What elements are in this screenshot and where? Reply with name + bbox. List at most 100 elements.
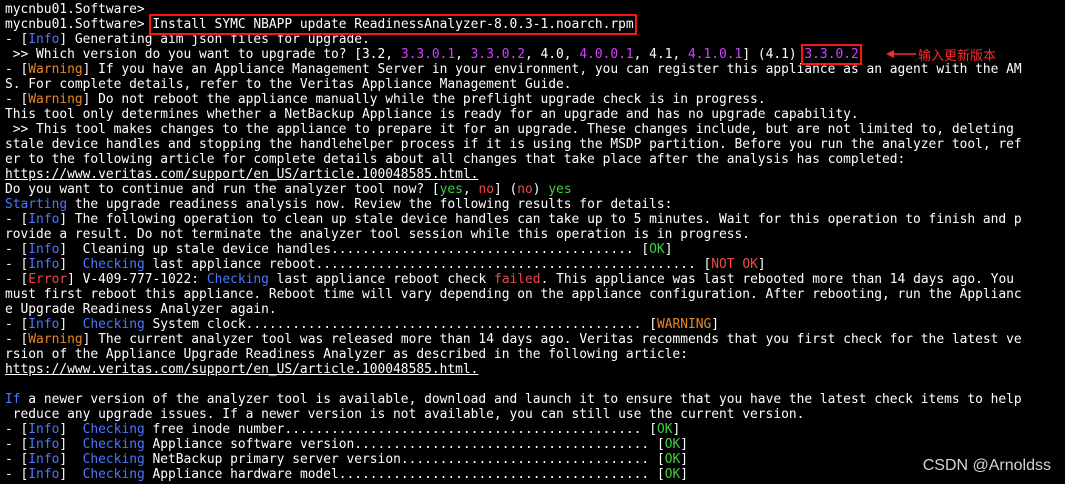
- terminal-segment: mycnbu01.Software>: [5, 17, 153, 32]
- terminal-segment: This tool only determines whether a NetB…: [5, 107, 859, 122]
- terminal-line: Do you want to continue and run the anal…: [5, 182, 1063, 197]
- terminal-segment: ] Cleaning up stale device handles......…: [59, 242, 650, 257]
- terminal-segment: no: [517, 182, 533, 197]
- terminal-segment: >> Which version do you want to upgrade …: [5, 47, 401, 62]
- terminal-segment: OK: [649, 242, 665, 257]
- annotation-text: 输入更新版本: [918, 48, 997, 64]
- terminal-segment: rsion of the Appliance Upgrade Readiness…: [5, 347, 688, 362]
- terminal-segment: Info: [28, 257, 60, 272]
- terminal-segment: OK: [664, 452, 681, 467]
- terminal-line: - [Info] Generating aim json files for u…: [5, 32, 1063, 47]
- terminal-segment: , 4.0,: [525, 47, 580, 62]
- terminal-segment: ]: [757, 257, 766, 272]
- terminal-segment: 4.1.0.1: [687, 47, 743, 62]
- terminal-segment: - [: [5, 32, 29, 47]
- terminal-segment: - [: [5, 272, 29, 287]
- terminal-segment: Warning: [28, 332, 83, 347]
- terminal-segment: yes: [548, 182, 572, 197]
- terminal-segment: ] If you have an Appliance Management Se…: [82, 62, 1022, 77]
- terminal-segment: Warning: [28, 62, 83, 77]
- terminal-line: stale device handles and stopping the ha…: [5, 137, 1063, 152]
- terminal-segment: Info: [28, 437, 60, 452]
- terminal-line: - [Info] Checking last appliance reboot.…: [5, 257, 1063, 272]
- terminal-link[interactable]: https://www.veritas.com/support/en_US/ar…: [5, 167, 478, 182]
- terminal-segment: Checking: [82, 317, 145, 332]
- terminal-segment: ]: [711, 317, 720, 332]
- terminal-segment: Starting: [5, 197, 68, 212]
- terminal-segment: Info: [28, 467, 60, 482]
- terminal-segment: ] Generating aim json files for upgrade.: [59, 32, 370, 47]
- terminal-segment: must first reboot this appliance. Reboot…: [5, 287, 1022, 302]
- terminal-segment: - [: [5, 317, 29, 332]
- terminal-line: - [Warning] If you have an Appliance Man…: [5, 62, 1063, 77]
- terminal-segment: free inode number.......................…: [144, 422, 657, 437]
- terminal-segment: OK: [656, 422, 673, 437]
- terminal-segment: yes: [439, 182, 463, 197]
- terminal-segment: - [: [5, 212, 29, 227]
- terminal-segment: ]: [680, 452, 689, 467]
- terminal-line: - [Error] V-409-777-1022: Checking last …: [5, 272, 1063, 287]
- terminal-segment: ]: [680, 467, 689, 482]
- terminal-segment: . This appliance was last rebooted more …: [540, 272, 1014, 287]
- terminal-segment: S. For complete details, refer to the Ve…: [5, 77, 572, 92]
- terminal-line: If a newer version of the analyzer tool …: [5, 392, 1063, 407]
- terminal-output[interactable]: mycnbu01.Software> mycnbu01.Software> Ins…: [5, 2, 1063, 482]
- terminal-segment: - [: [5, 467, 29, 482]
- terminal-segment: - [: [5, 332, 29, 347]
- terminal-segment: e Upgrade Readiness Analyzer again.: [5, 302, 277, 317]
- terminal-segment: er to the following article for complete…: [5, 152, 906, 167]
- terminal-segment: ] The current analyzer tool was released…: [82, 332, 1022, 347]
- terminal-segment: ): [532, 182, 549, 197]
- terminal-segment: rovide a result. Do not terminate the an…: [5, 227, 751, 242]
- terminal-line: - [Info] Checking NetBackup primary serv…: [5, 452, 1063, 467]
- terminal-segment: WARNING: [656, 317, 712, 332]
- terminal-line: https://www.veritas.com/support/en_US/ar…: [5, 167, 1063, 182]
- terminal-segment: ] The following operation to clean up st…: [59, 212, 1022, 227]
- terminal-line: - [Info] Checking free inode number.....…: [5, 422, 1063, 437]
- terminal-segment: - [: [5, 92, 29, 107]
- terminal-segment: ,: [455, 47, 471, 62]
- terminal-segment: 3.3.0.2: [470, 47, 525, 62]
- terminal-segment: Checking: [206, 272, 269, 287]
- terminal-segment: Info: [28, 422, 60, 437]
- highlighted-input: Install SYMC NBAPP update ReadinessAnaly…: [149, 14, 637, 35]
- terminal-link[interactable]: https://www.veritas.com/support/en_US/ar…: [5, 362, 478, 377]
- terminal-segment: ]: [680, 437, 689, 452]
- terminal-segment: no: [478, 182, 494, 197]
- terminal-line: - [Info] Checking Appliance hardware mod…: [5, 467, 1063, 482]
- terminal-segment: OK: [664, 437, 681, 452]
- terminal-segment: Checking: [82, 437, 145, 452]
- terminal-segment: Info: [28, 452, 60, 467]
- terminal-segment: mycnbu01.Software>: [5, 2, 145, 17]
- terminal-segment: ] (: [493, 182, 518, 197]
- terminal-segment: ] V-409-777-1022:: [67, 272, 207, 287]
- watermark: CSDN @Arnoldss: [922, 457, 1051, 474]
- terminal-segment: 3.3.0.1: [400, 47, 456, 62]
- terminal-segment: ]: [59, 317, 83, 332]
- terminal-segment: stale device handles and stopping the ha…: [5, 137, 1022, 152]
- annotation: 输入更新版本: [886, 46, 997, 64]
- terminal-segment: ]: [59, 437, 83, 452]
- terminal-line: mycnbu01.Software>: [5, 2, 1063, 17]
- terminal-line: - [Warning] The current analyzer tool wa…: [5, 332, 1063, 347]
- terminal-segment: ]: [59, 422, 83, 437]
- terminal-segment: Info: [28, 32, 60, 47]
- terminal-line: er to the following article for complete…: [5, 152, 1063, 167]
- terminal-line: mycnbu01.Software> Install SYMC NBAPP up…: [5, 14, 1063, 35]
- highlighted-input: 3.3.0.2: [801, 44, 862, 65]
- terminal-line: rsion of the Appliance Upgrade Readiness…: [5, 347, 1063, 362]
- terminal-line: must first reboot this appliance. Reboot…: [5, 287, 1063, 302]
- terminal-segment: failed: [493, 272, 541, 287]
- arrow-left-icon: [886, 50, 916, 58]
- terminal-segment: the upgrade readiness analysis now. Revi…: [67, 197, 673, 212]
- terminal-line: - [Info] Cleaning up stale device handle…: [5, 242, 1063, 257]
- terminal-segment: Info: [28, 212, 60, 227]
- terminal-segment: Info: [28, 242, 60, 257]
- terminal-segment: Warning: [28, 92, 83, 107]
- terminal-segment: Error: [28, 272, 68, 287]
- terminal-line: https://www.veritas.com/support/en_US/ar…: [5, 362, 1063, 377]
- terminal-segment: Appliance software version..............…: [144, 437, 665, 452]
- terminal-segment: - [: [5, 437, 29, 452]
- terminal-segment: NetBackup primary server version........…: [144, 452, 665, 467]
- terminal-segment: Checking: [82, 257, 145, 272]
